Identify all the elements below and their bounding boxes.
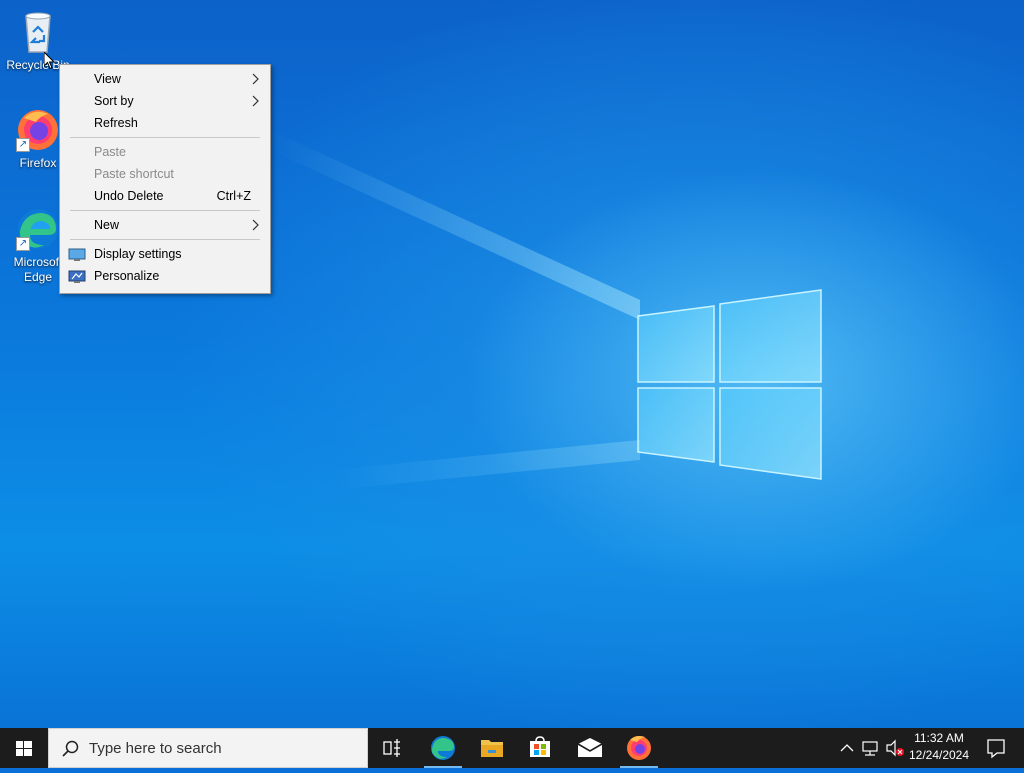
menu-item-label: New xyxy=(94,218,120,232)
search-placeholder: Type here to search xyxy=(89,740,222,757)
desktop-context-menu: View Sort by Refresh Paste Paste shortcu… xyxy=(59,64,271,294)
menu-item-refresh[interactable]: Refresh xyxy=(62,112,268,134)
display-icon xyxy=(68,247,86,261)
taskbar-store-button[interactable] xyxy=(516,728,564,768)
clock-time: 11:32 AM xyxy=(914,731,964,745)
windows-start-icon xyxy=(16,741,32,756)
menu-item-label: Paste shortcut xyxy=(94,167,174,181)
menu-separator xyxy=(70,137,260,138)
taskbar-file-explorer-button[interactable] xyxy=(468,728,516,768)
menu-item-sort-by[interactable]: Sort by xyxy=(62,90,268,112)
menu-item-label: Sort by xyxy=(94,94,134,108)
menu-item-label: Undo Delete xyxy=(94,189,164,203)
shortcut-arrow-icon: ↗ xyxy=(16,138,30,152)
menu-item-paste-shortcut[interactable]: Paste shortcut xyxy=(62,163,268,185)
menu-separator xyxy=(70,239,260,240)
menu-item-paste[interactable]: Paste xyxy=(62,141,268,163)
menu-item-label: Paste xyxy=(94,145,126,159)
menu-item-view[interactable]: View xyxy=(62,68,268,90)
taskbar-clock[interactable]: 11:32 AM 12/24/2024 xyxy=(906,730,972,764)
windows-logo-wallpaper xyxy=(637,289,822,480)
menu-item-display-settings[interactable]: Display settings xyxy=(62,243,268,265)
personalize-icon xyxy=(68,269,86,283)
desktop[interactable]: Recycle Bin ↗ Firefox ↗ Microsoft Edge V… xyxy=(0,0,1024,728)
desktop-icon-label: Firefox xyxy=(19,156,57,170)
recycle-bin-icon xyxy=(14,8,62,56)
menu-item-label: Personalize xyxy=(94,269,160,283)
firefox-icon: ↗ xyxy=(14,106,62,154)
taskbar-firefox-button[interactable] xyxy=(614,728,664,768)
network-icon xyxy=(862,741,878,756)
menu-item-personalize[interactable]: Personalize xyxy=(62,265,268,287)
search-icon xyxy=(62,740,79,757)
menu-item-label: View xyxy=(94,72,121,86)
shortcut-arrow-icon: ↗ xyxy=(16,237,30,251)
mail-icon xyxy=(577,738,603,757)
start-button[interactable] xyxy=(0,728,48,768)
menu-item-label: Display settings xyxy=(94,247,182,261)
task-view-button[interactable] xyxy=(368,728,416,768)
edge-icon: ↗ xyxy=(14,205,62,253)
folder-icon xyxy=(481,740,503,757)
store-icon xyxy=(530,736,550,757)
chevron-up-icon xyxy=(840,744,854,752)
menu-item-shortcut: Ctrl+Z xyxy=(216,189,251,203)
desktop-icon-label: Microsoft Edge xyxy=(13,255,63,284)
taskbar-edge-button[interactable] xyxy=(418,728,468,768)
menu-item-undo-delete[interactable]: Undo Delete Ctrl+Z xyxy=(62,185,268,207)
volume-muted-icon xyxy=(886,739,904,757)
network-button[interactable] xyxy=(860,728,882,768)
clock-date: 12/24/2024 xyxy=(908,748,970,762)
notification-icon xyxy=(987,739,1005,759)
menu-item-new[interactable]: New xyxy=(62,214,268,236)
menu-separator xyxy=(70,210,260,211)
action-center-button[interactable] xyxy=(976,728,1016,768)
edge-icon xyxy=(431,736,455,760)
firefox-icon xyxy=(627,736,651,760)
task-view-icon xyxy=(383,739,400,757)
taskbar-search-box[interactable]: Type here to search xyxy=(48,728,368,768)
menu-item-label: Refresh xyxy=(94,116,138,130)
show-hidden-icons-button[interactable] xyxy=(836,728,858,768)
volume-button[interactable] xyxy=(884,728,906,768)
taskbar-mail-button[interactable] xyxy=(566,728,614,768)
mouse-cursor xyxy=(44,52,56,70)
taskbar: Type here to search 11:32 AM 12/24/2024 xyxy=(0,728,1024,768)
